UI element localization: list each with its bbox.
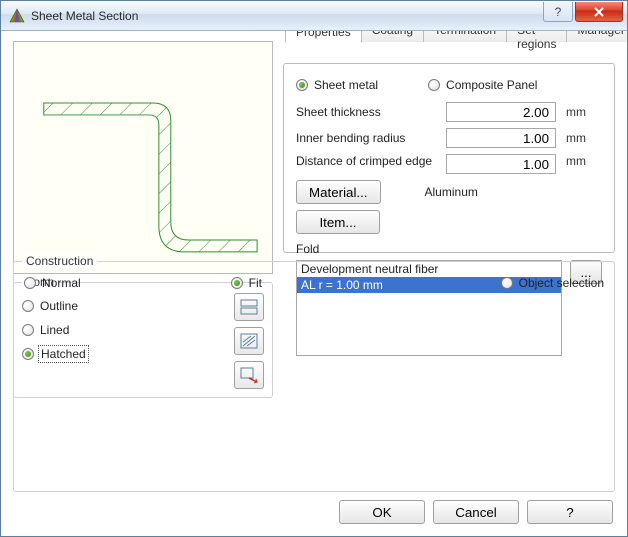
type-sheet-metal-radio[interactable]: Sheet metal	[296, 78, 378, 92]
fold-label: Fold	[296, 242, 602, 256]
dialog-content: Form Outline Lined	[1, 31, 627, 536]
radio-label: Composite Panel	[446, 78, 537, 92]
material-button[interactable]: Material...	[296, 180, 381, 204]
window-buttons: ?	[543, 1, 627, 30]
construction-legend: Construction	[22, 254, 97, 268]
help-button[interactable]: ?	[527, 500, 613, 524]
app-icon	[9, 8, 25, 24]
item-button[interactable]: Item...	[296, 210, 380, 234]
radius-unit: mm	[566, 131, 586, 145]
type-composite-panel-radio[interactable]: Composite Panel	[428, 78, 537, 92]
dialog-window: Sheet Metal Section ?	[0, 0, 628, 537]
tab-set-regions[interactable]: Set regions	[506, 31, 567, 42]
window-title: Sheet Metal Section	[31, 9, 543, 23]
construction-fit-radio[interactable]: Fit	[231, 276, 262, 290]
tab-coating[interactable]: Coating	[361, 31, 424, 42]
tab-termination[interactable]: Termination	[423, 31, 507, 42]
help-titlebar-button[interactable]: ?	[543, 2, 573, 22]
radio-label: Normal	[42, 276, 81, 290]
radio-icon	[428, 79, 440, 91]
radio-icon	[24, 277, 36, 289]
properties-panel: Sheet metal Composite Panel Sheet thickn…	[283, 63, 615, 253]
thickness-unit: mm	[566, 105, 586, 119]
crimp-unit: mm	[566, 154, 586, 168]
dialog-button-row: OK Cancel ?	[13, 492, 615, 524]
tab-properties[interactable]: Properties	[285, 31, 362, 43]
ok-button[interactable]: OK	[339, 500, 425, 524]
crimp-input[interactable]	[446, 154, 556, 174]
thickness-input[interactable]	[446, 102, 556, 122]
close-button[interactable]	[575, 2, 623, 22]
radius-input[interactable]	[446, 128, 556, 148]
radio-icon	[231, 277, 243, 289]
thickness-label: Sheet thickness	[296, 105, 446, 119]
construction-group: Construction Normal Fit Object selection	[13, 261, 615, 493]
material-value: Aluminum	[425, 185, 478, 199]
radio-icon	[501, 277, 513, 289]
radio-icon	[296, 79, 308, 91]
titlebar[interactable]: Sheet Metal Section ?	[1, 1, 627, 31]
radio-label: Fit	[249, 276, 262, 290]
radius-label: Inner bending radius	[296, 131, 446, 145]
radio-label: Object selection	[519, 276, 604, 290]
crimp-label: Distance of crimped edge	[296, 154, 446, 168]
construction-normal-radio[interactable]: Normal	[24, 276, 81, 290]
radio-label: Sheet metal	[314, 78, 378, 92]
section-preview	[13, 41, 273, 274]
cancel-button[interactable]: Cancel	[433, 500, 519, 524]
construction-object-selection-radio[interactable]: Object selection	[501, 276, 604, 290]
tab-bar: Properties Coating Termination Set regio…	[285, 31, 627, 42]
tab-manager[interactable]: Manager	[566, 31, 627, 42]
